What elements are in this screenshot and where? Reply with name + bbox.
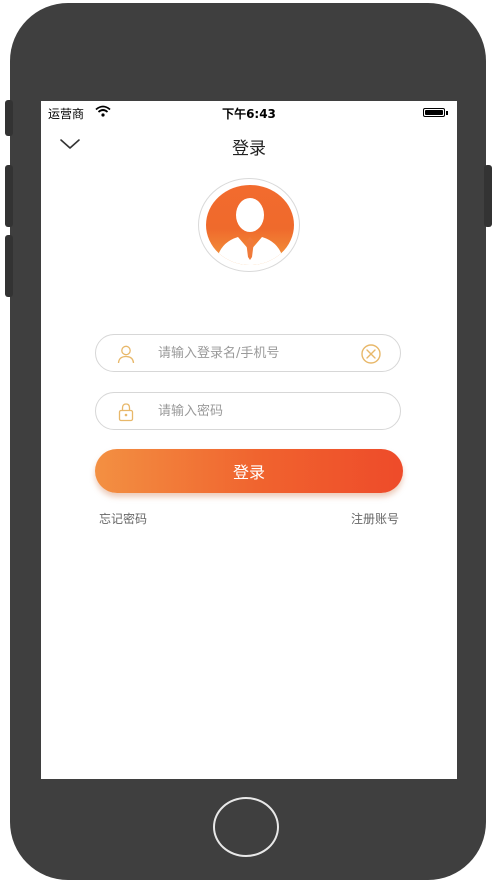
battery-tip [446,111,448,115]
mute-switch [5,100,13,136]
power-button [484,165,492,227]
volume-up-button [5,165,13,227]
username-input[interactable] [158,340,348,366]
status-bar: 运营商 下午6:43 [41,101,457,123]
password-field[interactable] [95,392,401,430]
register-link[interactable]: 注册账号 [351,510,399,527]
app-screen: 运营商 下午6:43 登录 请输入登录名/手机号 登录 忘记密码 注册账号 [41,101,457,779]
lock-icon [118,403,134,422]
battery-icon [423,108,445,117]
forgot-password-link[interactable]: 忘记密码 [99,510,147,527]
home-button [213,797,279,857]
clear-icon[interactable] [360,343,382,365]
password-input[interactable] [158,398,348,424]
person-silhouette-icon [216,198,284,265]
avatar[interactable] [206,185,294,265]
username-field[interactable] [95,334,401,372]
clock: 下午6:43 [222,107,276,121]
page-title: 登录 [232,139,266,159]
user-icon [117,345,135,364]
volume-down-button [5,235,13,297]
login-button[interactable]: 登录 [95,449,403,493]
